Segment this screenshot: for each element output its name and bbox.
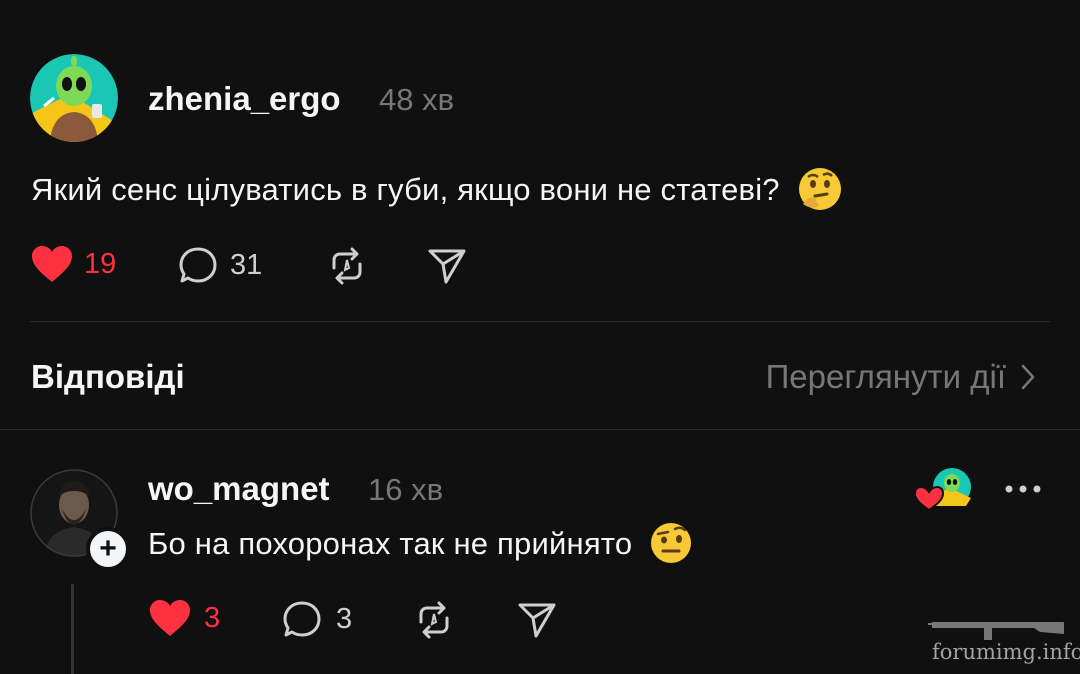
comment-icon xyxy=(283,601,321,637)
raised-eyebrow-face-icon xyxy=(651,522,692,563)
more-options-button[interactable] xyxy=(1003,482,1043,500)
thread-line xyxy=(71,584,74,674)
post-comment-count: 31 xyxy=(230,248,263,281)
reply-like-button[interactable]: 3 xyxy=(148,598,220,638)
reply-share-button[interactable] xyxy=(516,599,558,646)
author-liked-indicator xyxy=(913,466,974,512)
reply-repost-button[interactable] xyxy=(413,600,455,645)
repost-icon xyxy=(332,247,362,285)
post-text-content: Який сенс цілуватись в губи, якщо вони н… xyxy=(31,172,780,208)
post-text: Який сенс цілуватись в губи, якщо вони н… xyxy=(31,168,843,212)
plus-icon: + xyxy=(99,532,117,565)
post-comment-button[interactable]: 31 xyxy=(178,245,262,285)
thinking-face-icon xyxy=(798,168,841,210)
watermark-text: forumimg.info xyxy=(932,640,1080,664)
replies-divider xyxy=(0,429,1080,430)
reply-comment-count: 3 xyxy=(336,602,353,635)
post-like-count: 19 xyxy=(84,247,117,280)
post-author-avatar[interactable] xyxy=(30,54,118,142)
share-send-icon xyxy=(428,249,466,284)
post-time: 48 хв xyxy=(379,82,455,117)
post-repost-button[interactable] xyxy=(326,246,368,291)
post-divider xyxy=(30,321,1050,322)
view-activity-label: Переглянути дії xyxy=(765,358,1006,395)
reply-text: Бо на похоронах так не прийнято xyxy=(148,522,693,565)
more-horizontal-icon xyxy=(1005,485,1041,493)
rifle-watermark-icon xyxy=(928,622,1064,640)
repost-icon xyxy=(419,601,449,639)
post-like-button[interactable]: 19 xyxy=(30,244,116,284)
share-send-icon xyxy=(518,603,556,638)
view-activity-link[interactable]: Переглянути дії xyxy=(766,358,1036,396)
watermark: forumimg.info xyxy=(928,612,1080,668)
heart-filled-icon xyxy=(150,600,190,636)
alien-avatar-icon xyxy=(30,54,118,142)
post-username[interactable]: zhenia_ergo xyxy=(148,80,341,118)
follow-badge[interactable]: + xyxy=(86,527,130,571)
reply-like-count: 3 xyxy=(204,601,221,634)
author-liked-icon xyxy=(913,468,971,512)
chevron-right-icon xyxy=(1021,364,1035,390)
reply-username[interactable]: wo_magnet xyxy=(148,470,330,508)
post-share-button[interactable] xyxy=(426,245,468,292)
reply-comment-button[interactable]: 3 xyxy=(282,599,352,639)
reply-time: 16 хв xyxy=(368,472,444,507)
comment-icon xyxy=(179,247,217,283)
heart-filled-icon xyxy=(32,246,72,282)
replies-heading: Відповіді xyxy=(31,358,185,395)
reply-text-content: Бо на похоронах так не прийнято xyxy=(148,526,633,561)
